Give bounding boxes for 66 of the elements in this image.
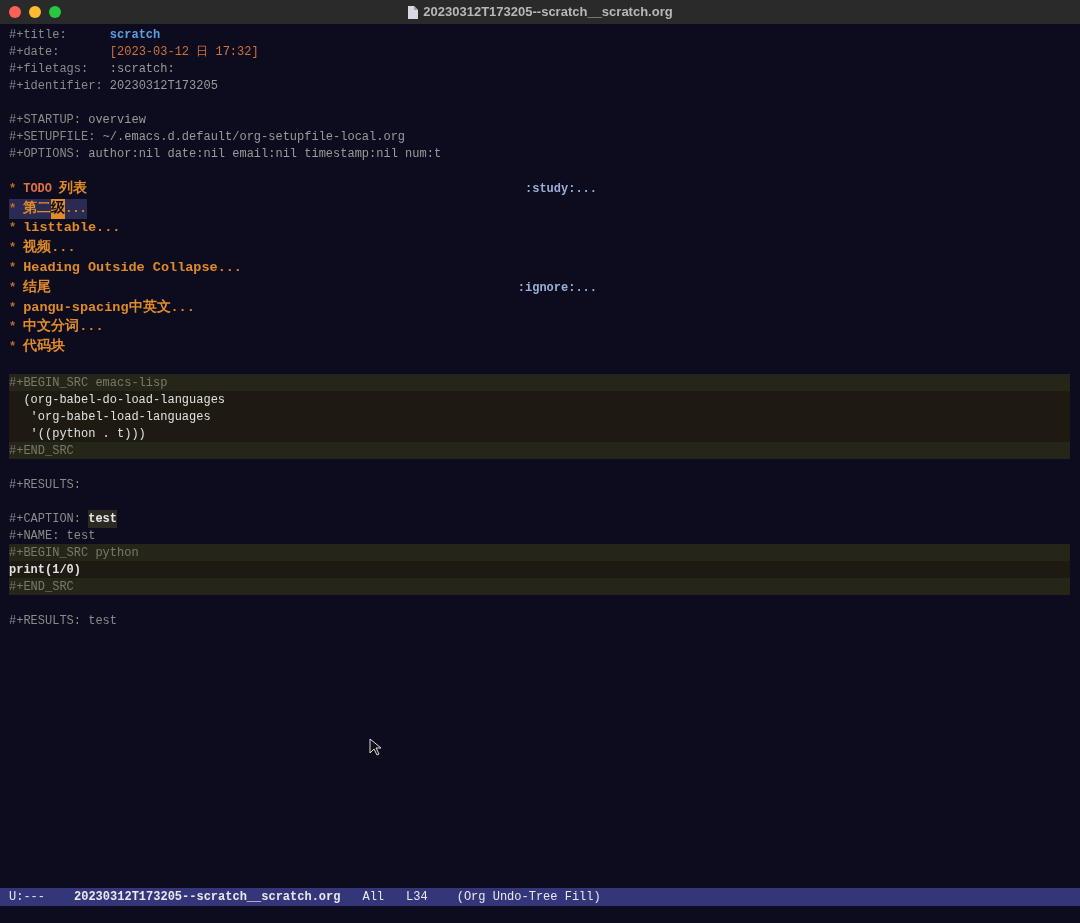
org-heading[interactable]: * 视频... [9,238,76,259]
heading-text: pangu-spacing中英文... [23,298,195,317]
close-button[interactable] [9,6,21,18]
src-block-delimiter: #+BEGIN_SRC python [9,544,1070,562]
heading-star-text: * [9,180,17,198]
keyword-value: 20230312T173205 [109,77,218,95]
keyword-value: test [88,509,118,528]
heading-tag: :study:... [525,179,597,198]
keyword-label: #+RESULTS: [9,476,81,494]
heading-star-text: * [9,260,17,278]
keyword-label: #+STARTUP: [9,111,82,129]
minimize-button[interactable] [29,6,41,18]
keyword-value: [2023-03-12 日 17:32] [109,43,259,61]
keyword-label: #+identifier: [9,77,104,95]
keyword-value: ~/.emacs.d.default/org-setupfile-local.org [102,128,406,146]
line-number: L34 [406,889,428,906]
heading-text: 代码块 [23,337,66,357]
keyword-value: :scratch: [109,60,175,78]
document-icon [407,5,419,19]
keyword-value: author:nil date:nil email:nil timestamp:nil num:t [88,145,442,163]
heading-text: 中文分词... [23,317,104,337]
heading-text: listtable... [23,219,121,238]
major-modes: (Org Undo-Tree Fill) [456,889,601,906]
keyword-value: scratch [109,26,161,44]
org-heading[interactable]: * Heading Outside Collapse... [9,258,242,278]
heading-star-text: * [9,339,17,357]
heading-tag: :ignore:... [517,278,597,297]
todo-keyword: TODO [23,180,52,198]
src-block-delimiter: #+END_SRC [9,578,1070,596]
keyword-label: #+OPTIONS: [9,145,82,163]
keyword-label: #+filetags: [9,60,90,78]
keyword-label: #+title: [9,26,68,44]
heading-text: 列表 [59,179,87,198]
keyword-label: #+RESULTS: [9,612,82,630]
heading-text: Heading Outside Collapse... [23,258,242,277]
keyword-label: #+SETUPFILE: [9,128,97,146]
keyword-value: test [66,527,96,545]
org-heading[interactable]: * 中文分词... [9,317,104,338]
heading-star-text: * [9,299,17,317]
text-cursor: 级 [51,198,66,219]
keyword-value: test [88,612,118,630]
org-heading[interactable]: * pangu-spacing中英文... [9,297,195,318]
heading-star-text: * [9,200,17,218]
keyword-label: #+CAPTION: [9,510,82,528]
heading-text: 视频... [23,238,76,258]
mouse-pointer-icon [369,738,381,756]
buffer-position: All [362,889,385,906]
heading-text: 结尾 [23,278,52,297]
keyword-value: overview [88,111,146,129]
org-heading[interactable]: * listtable... [9,218,121,239]
keyword-label: #+date: [9,43,61,61]
src-block-delimiter: #+END_SRC [9,442,1070,460]
heading-ellipsis: ... [65,200,87,218]
heading-star-text: * [9,319,17,337]
org-heading[interactable]: * TODO 列表 [9,179,87,199]
keyword-label: #+NAME: [9,527,61,545]
org-heading[interactable]: * 代码块 [9,337,66,358]
zoom-button[interactable] [49,6,61,18]
heading-star-text: * [9,220,17,238]
org-heading[interactable]: * 结尾 [9,278,52,298]
buffer-state: U:--- [9,889,45,906]
window-title: 20230312T173205--scratch__scratch.org [423,3,673,22]
heading-star-text: * [9,240,17,258]
src-block-delimiter: #+BEGIN_SRC emacs-lisp [9,374,1070,392]
heading-star-text: * [9,279,17,297]
buffer-name: 20230312T173205--scratch__scratch.org [74,889,341,906]
